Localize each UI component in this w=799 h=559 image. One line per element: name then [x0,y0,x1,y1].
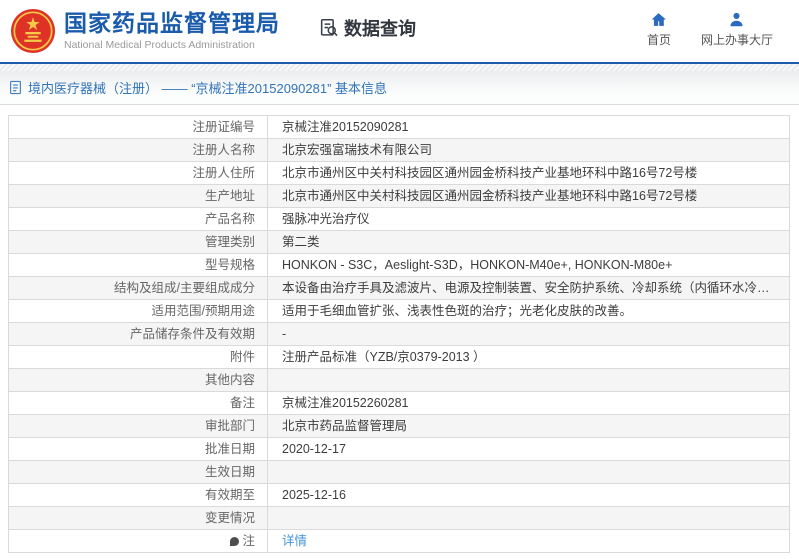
breadcrumb: 境内医疗器械（注册） —— “京械注准20152090281” 基本信息 [0,71,799,105]
row-label: 注册人名称 [9,139,268,162]
nav-home[interactable]: 首页 [647,11,671,48]
table-row: 附件注册产品标准（YZB/京0379-2013 ） [9,346,790,369]
document-icon [9,80,22,95]
top-nav: 首页 网上办事大厅 [647,11,799,48]
table-row: 注详情 [9,530,790,553]
table-row: 适用范围/预期用途适用于毛细血管扩张、浅表性色斑的治疗；光老化皮肤的改善。 [9,300,790,323]
row-label: 型号规格 [9,254,268,277]
row-value: 强脉冲光治疗仪 [268,208,790,231]
info-table-body: 注册证编号京械注准20152090281注册人名称北京宏强富瑞技术有限公司注册人… [9,116,790,553]
table-row: 有效期至2025-12-16 [9,484,790,507]
user-icon [728,11,745,28]
row-value: HONKON - S3C，Aeslight-S3D，HONKON-M40e+, … [268,254,790,277]
agency-name-en: National Medical Products Administration [64,39,280,51]
dotted-strip [0,64,799,71]
data-query-label: 数据查询 [344,15,416,41]
breadcrumb-text: 境内医疗器械（注册） —— “京械注准20152090281” 基本信息 [28,78,387,97]
table-row: 审批部门北京市药品监督管理局 [9,415,790,438]
row-label: 有效期至 [9,484,268,507]
nav-service-hall-label: 网上办事大厅 [701,31,773,48]
row-value [268,461,790,484]
table-row: 注册证编号京械注准20152090281 [9,116,790,139]
row-value: 2025-12-16 [268,484,790,507]
row-label: 注 [9,530,268,553]
table-row: 备注京械注准20152260281 [9,392,790,415]
table-row: 批准日期2020-12-17 [9,438,790,461]
table-row: 管理类别第二类 [9,231,790,254]
brand-text: 国家药品监督管理局 National Medical Products Admi… [64,11,280,50]
table-row: 结构及组成/主要组成成分本设备由治疗手具及滤波片、电源及控制装置、安全防护系统、… [9,277,790,300]
nav-service-hall[interactable]: 网上办事大厅 [701,11,773,48]
main-content: 注册证编号京械注准20152090281注册人名称北京宏强富瑞技术有限公司注册人… [0,105,799,553]
row-value: 2020-12-17 [268,438,790,461]
row-label: 产品名称 [9,208,268,231]
note-icon [230,537,239,546]
row-value: 第二类 [268,231,790,254]
national-emblem-logo [10,8,56,54]
row-label: 注册证编号 [9,116,268,139]
row-value [268,507,790,530]
table-row: 变更情况 [9,507,790,530]
row-label: 产品储存条件及有效期 [9,323,268,346]
row-value: - [268,323,790,346]
table-row: 注册人住所北京市通州区中关村科技园区通州园金桥科技产业基地环科中路16号72号楼 [9,162,790,185]
row-label: 生效日期 [9,461,268,484]
brand: 国家药品监督管理局 National Medical Products Admi… [10,8,280,54]
row-value: 适用于毛细血管扩张、浅表性色斑的治疗；光老化皮肤的改善。 [268,300,790,323]
row-label: 备注 [9,392,268,415]
row-value [268,369,790,392]
table-row: 产品储存条件及有效期- [9,323,790,346]
row-value: 注册产品标准（YZB/京0379-2013 ） [268,346,790,369]
table-row: 产品名称强脉冲光治疗仪 [9,208,790,231]
info-table: 注册证编号京械注准20152090281注册人名称北京宏强富瑞技术有限公司注册人… [8,115,790,553]
row-value: 京械注准20152090281 [268,116,790,139]
row-value: 北京宏强富瑞技术有限公司 [268,139,790,162]
row-value: 北京市通州区中关村科技园区通州园金桥科技产业基地环科中路16号72号楼 [268,162,790,185]
row-value: 北京市通州区中关村科技园区通州园金桥科技产业基地环科中路16号72号楼 [268,185,790,208]
table-row: 型号规格HONKON - S3C，Aeslight-S3D，HONKON-M40… [9,254,790,277]
table-row: 注册人名称北京宏强富瑞技术有限公司 [9,139,790,162]
row-label: 适用范围/预期用途 [9,300,268,323]
site-header: 国家药品监督管理局 National Medical Products Admi… [0,0,799,62]
data-query-title: 数据查询 [318,15,416,41]
table-row: 生效日期 [9,461,790,484]
agency-name-zh: 国家药品监督管理局 [64,11,280,36]
row-label: 生产地址 [9,185,268,208]
row-label: 审批部门 [9,415,268,438]
row-label: 附件 [9,346,268,369]
nav-home-label: 首页 [647,31,671,48]
row-value: 详情 [268,530,790,553]
row-label: 其他内容 [9,369,268,392]
row-label: 变更情况 [9,507,268,530]
row-label: 注册人住所 [9,162,268,185]
row-label: 管理类别 [9,231,268,254]
row-label: 结构及组成/主要组成成分 [9,277,268,300]
table-row: 其他内容 [9,369,790,392]
row-value: 北京市药品监督管理局 [268,415,790,438]
table-row: 生产地址北京市通州区中关村科技园区通州园金桥科技产业基地环科中路16号72号楼 [9,185,790,208]
home-icon [650,11,667,28]
row-value: 京械注准20152260281 [268,392,790,415]
row-label: 批准日期 [9,438,268,461]
row-value: 本设备由治疗手具及滤波片、电源及控制装置、安全防护系统、冷却系统（内循环水冷，风… [268,277,790,300]
data-query-icon [318,17,340,39]
detail-link[interactable]: 详情 [282,534,307,548]
